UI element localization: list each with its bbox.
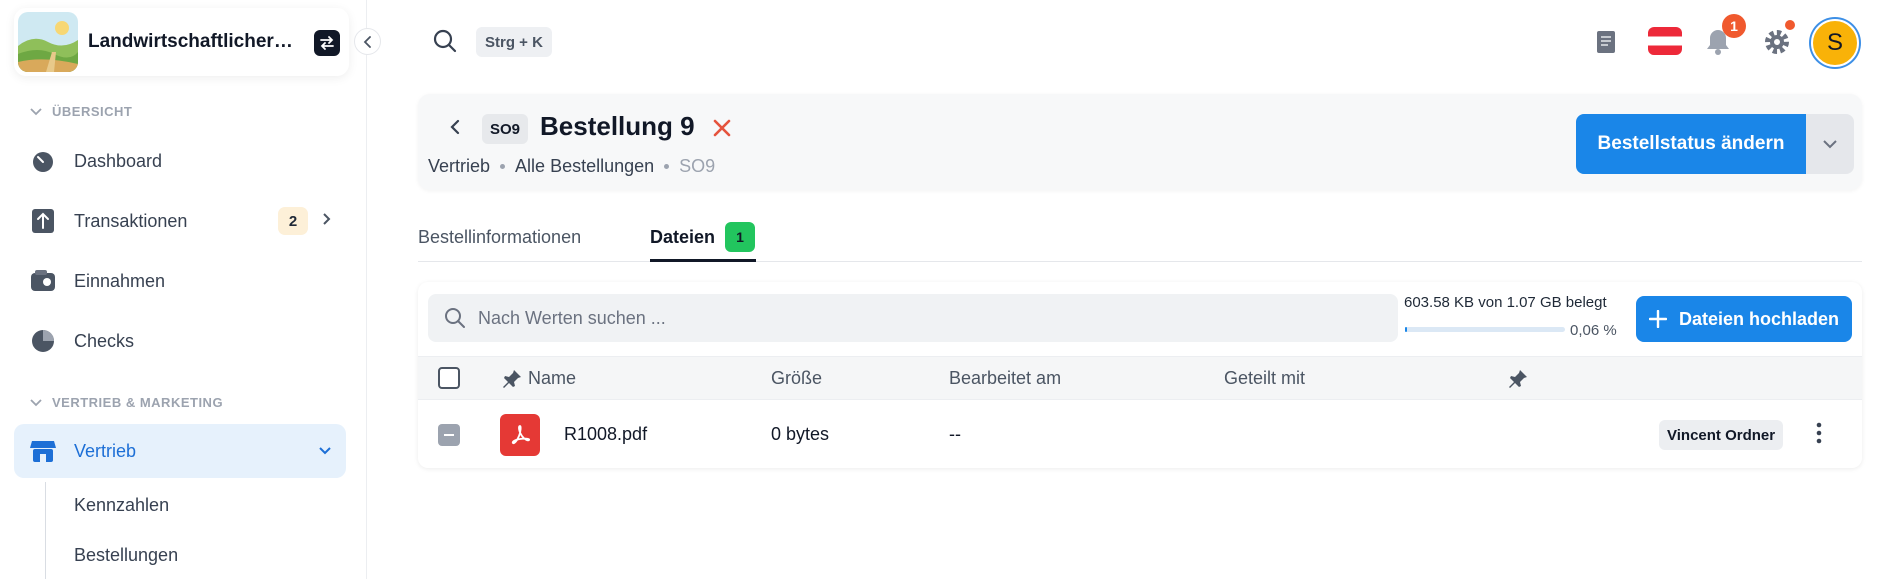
order-tabs: Bestellinformationen Dateien 1 (418, 212, 1862, 262)
more-options-icon[interactable] (1816, 421, 1822, 450)
sidebar-item-checks[interactable]: Checks (14, 314, 346, 368)
tab-label: Bestellinformationen (418, 226, 582, 247)
chevron-left-icon (450, 119, 460, 135)
column-name[interactable]: Name (502, 368, 576, 389)
section-label: ÜBERSICHT (52, 104, 133, 119)
column-shared-with[interactable]: Geteilt mit (1224, 368, 1305, 389)
select-all-checkbox[interactable] (438, 367, 460, 389)
sidebar-item-label: Vertrieb (74, 440, 137, 461)
change-order-status-button[interactable]: Bestellstatus ändern (1576, 114, 1806, 174)
transactions-count-badge: 2 (278, 207, 308, 235)
chevron-down-icon (1823, 140, 1837, 149)
chevron-down-icon (30, 398, 42, 406)
order-number-tag: SO9 (482, 114, 529, 144)
switch-company-icon[interactable] (314, 30, 340, 56)
wallet-icon (28, 266, 58, 296)
tab-label: Dateien (650, 226, 716, 247)
sidebar-item-label: Checks (74, 330, 135, 351)
upload-files-button[interactable]: Dateien hochladen (1636, 296, 1852, 342)
breadcrumb-sales[interactable]: Vertrieb (428, 156, 490, 177)
company-logo (18, 12, 78, 72)
storage-usage-fill (1405, 327, 1408, 332)
gauge-icon (28, 146, 58, 176)
sidebar-item-label: Dashboard (74, 150, 163, 171)
sidebar: Landwirtschaftlicher B... ÜBERSICHT Dash… (0, 0, 381, 579)
pdf-file-icon (500, 414, 540, 456)
sidebar-subitem-kpis[interactable]: Kennzahlen (74, 495, 169, 516)
notification-count-badge: 1 (1722, 14, 1746, 38)
file-name[interactable]: R1008.pdf (564, 424, 647, 445)
search-icon (445, 308, 465, 328)
breadcrumb-all-orders[interactable]: Alle Bestellungen (515, 156, 654, 177)
breadcrumb-separator (664, 164, 670, 169)
files-count-badge: 1 (725, 222, 756, 252)
file-search (428, 294, 1398, 342)
sidebar-item-label: Einnahmen (74, 270, 166, 291)
back-button[interactable] (440, 112, 470, 147)
status-options-dropdown[interactable] (1806, 114, 1854, 174)
sidebar-item-dashboard[interactable]: Dashboard (14, 134, 346, 188)
column-edited[interactable]: Bearbeitet am (949, 368, 1061, 389)
breadcrumb: Vertrieb Alle Bestellungen SO9 (428, 156, 715, 177)
file-edited: -- (949, 424, 961, 444)
shared-with-chip[interactable]: Vincent Ordner (1659, 420, 1784, 450)
active-tab-indicator (650, 259, 756, 262)
language-flag-icon[interactable] (1648, 27, 1682, 55)
change-status-split-button: Bestellstatus ändern (1576, 114, 1854, 174)
storage-usage-percent: 0,06 % (1570, 322, 1617, 339)
chevron-down-icon (319, 447, 331, 455)
pin-column-icon[interactable] (1508, 369, 1528, 389)
file-search-input[interactable] (478, 307, 1358, 329)
book-icon[interactable] (1596, 30, 1616, 54)
sidebar-item-transactions[interactable]: Transaktionen 2 (14, 194, 346, 248)
store-icon (28, 436, 58, 466)
plus-icon (1648, 310, 1667, 328)
company-name: Landwirtschaftlicher B... (88, 31, 293, 52)
breadcrumb-current: SO9 (679, 156, 716, 176)
global-search-icon[interactable] (432, 28, 458, 59)
chevron-right-icon (323, 213, 331, 225)
upload-files-label: Dateien hochladen (1678, 308, 1840, 329)
tree-line (45, 482, 46, 579)
cancel-order-icon[interactable] (710, 116, 734, 145)
sidebar-subitem-orders[interactable]: Bestellungen (74, 545, 178, 566)
collapse-sidebar-button[interactable] (354, 28, 381, 55)
storage-usage-text: 603.58 KB von 1.07 GB belegt (1404, 294, 1607, 311)
column-size[interactable]: Größe (771, 368, 822, 389)
pin-icon (503, 369, 521, 388)
search-shortcut-hint: Strg + K (476, 27, 552, 57)
breadcrumb-separator (500, 164, 506, 169)
file-size: 0 bytes (771, 424, 830, 444)
page-title: Bestellung 9 (540, 111, 695, 141)
section-sales-marketing[interactable]: VERTRIEB & MARKETING (30, 395, 223, 410)
app-root: Landwirtschaftlicher B... ÜBERSICHT Dash… (0, 0, 1898, 579)
sidebar-item-label: Transaktionen (74, 210, 188, 231)
sidebar-item-sales[interactable]: Vertrieb (14, 424, 346, 478)
pie-chart-icon (28, 326, 58, 356)
transfer-icon (28, 206, 58, 236)
section-overview[interactable]: ÜBERSICHT (30, 104, 132, 119)
section-label: VERTRIEB & MARKETING (52, 395, 224, 410)
table-row[interactable]: R1008.pdf 0 bytes -- Vincent Ordner (418, 400, 1862, 468)
user-avatar[interactable]: S (1811, 19, 1859, 67)
gear-icon[interactable] (1763, 28, 1791, 56)
sidebar-item-income[interactable]: Einnahmen (14, 254, 346, 308)
storage-usage-bar (1405, 327, 1565, 332)
row-checkbox[interactable] (438, 424, 460, 446)
column-label: Name (528, 368, 577, 388)
files-table-header: Name Größe Bearbeitet am Geteilt mit (418, 356, 1862, 400)
tab-files[interactable]: Dateien 1 (650, 220, 756, 254)
files-panel: 603.58 KB von 1.07 GB belegt 0,06 % Date… (418, 282, 1862, 468)
chevron-down-icon (30, 107, 42, 115)
tab-order-info[interactable]: Bestellinformationen (418, 220, 581, 254)
company-switcher[interactable]: Landwirtschaftlicher B... (14, 8, 349, 76)
settings-indicator-dot (1785, 20, 1795, 30)
